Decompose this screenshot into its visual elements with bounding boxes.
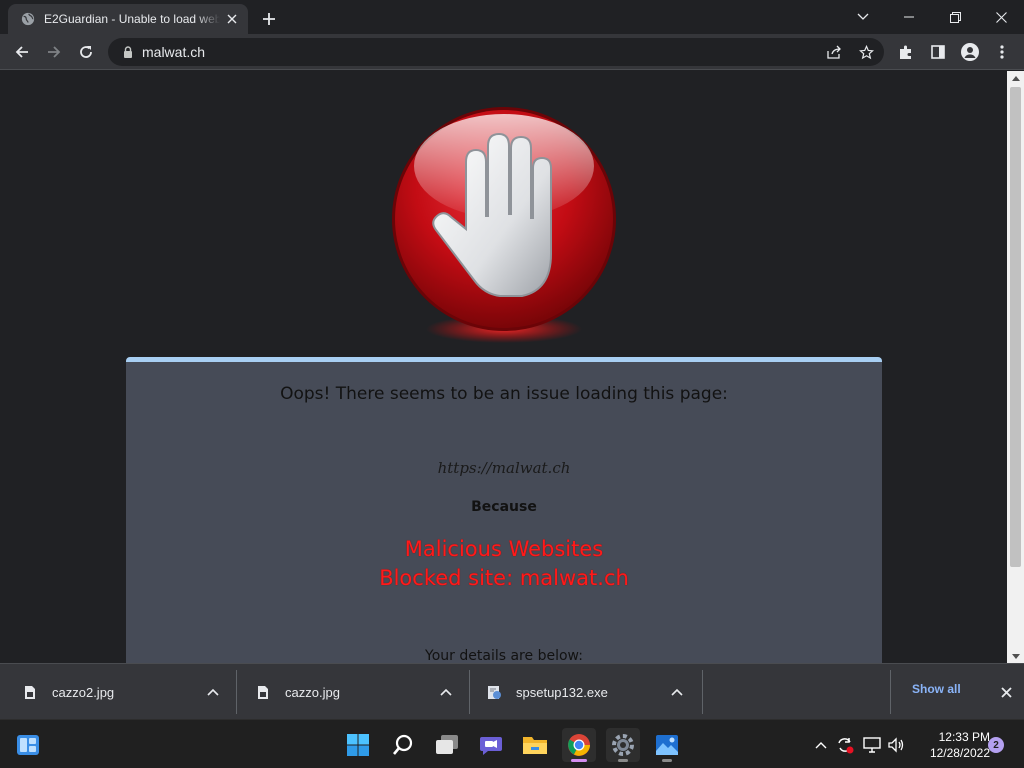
windows-taskbar: 12:33 PM 12/28/2022 2: [0, 719, 1024, 768]
clock-time: 12:33 PM: [938, 730, 990, 744]
page-scrollbar[interactable]: [1007, 71, 1024, 663]
page-viewport: Oops! There seems to be an issue loading…: [0, 71, 1007, 663]
close-downloads-icon[interactable]: [994, 680, 1018, 704]
address-bar[interactable]: malwat.ch: [108, 38, 884, 66]
bookmark-star-icon[interactable]: [852, 38, 880, 66]
new-tab-button[interactable]: [256, 6, 282, 32]
settings-icon[interactable]: [606, 728, 640, 762]
sync-error-icon[interactable]: [833, 728, 857, 762]
teams-chat-icon[interactable]: [474, 728, 508, 762]
back-button[interactable]: [8, 38, 36, 66]
system-clock[interactable]: 12:33 PM 12/28/2022: [914, 729, 990, 761]
show-all-button[interactable]: Show all: [912, 682, 961, 696]
download-divider: [890, 670, 891, 714]
start-icon[interactable]: [341, 728, 375, 762]
minimize-button[interactable]: [886, 0, 932, 34]
file-explorer-icon[interactable]: [518, 728, 552, 762]
chevron-up-icon[interactable]: [809, 728, 833, 762]
reason-category: Malicious Websites: [404, 537, 604, 561]
chevron-up-icon[interactable]: [202, 681, 224, 703]
lock-icon[interactable]: [120, 44, 136, 60]
scrollbar-thumb[interactable]: [1010, 87, 1021, 567]
image-file-icon: [22, 683, 38, 701]
restore-button[interactable]: [932, 0, 978, 34]
download-divider: [702, 670, 703, 714]
photos-icon[interactable]: [650, 728, 684, 762]
extensions-icon[interactable]: [892, 38, 920, 66]
chevron-up-icon[interactable]: [435, 681, 457, 703]
chevron-up-icon[interactable]: [666, 681, 688, 703]
chrome-icon[interactable]: [562, 728, 596, 762]
url-text: malwat.ch: [142, 44, 206, 60]
network-icon[interactable]: [860, 728, 884, 762]
download-filename: cazzo2.jpg: [52, 684, 115, 700]
reason-detail: Blocked site: malwat.ch: [379, 566, 629, 590]
error-heading: Oops! There seems to be an issue loading…: [280, 384, 728, 404]
forward-button[interactable]: [40, 38, 68, 66]
widgets-icon[interactable]: [11, 728, 45, 762]
installer-file-icon: [486, 683, 502, 701]
downloads-bar: cazzo2.jpg cazzo.jpg spsetup132.exe Show…: [0, 663, 1024, 719]
download-divider: [236, 670, 237, 714]
running-app-indicator: [618, 759, 628, 762]
image-file-icon: [255, 683, 271, 701]
browser-tab[interactable]: E2Guardian - Unable to load web page: [8, 4, 248, 34]
because-label: Because: [471, 499, 537, 515]
screen: E2Guardian - Unable to load web page: [0, 0, 1024, 768]
clock-date: 12/28/2022: [929, 746, 990, 760]
profile-icon[interactable]: [956, 38, 984, 66]
details-text: Your details are below:: [425, 648, 583, 663]
blocked-url: https://malwat.ch: [437, 459, 571, 477]
block-reason: Malicious Websites Blocked site: malwat.…: [126, 535, 882, 593]
task-view-icon[interactable]: [430, 728, 464, 762]
reload-button[interactable]: [72, 38, 100, 66]
close-tab-icon[interactable]: [220, 7, 244, 31]
tab-strip: E2Guardian - Unable to load web page: [0, 0, 1024, 34]
browser-toolbar: malwat.ch: [0, 34, 1024, 70]
scroll-up-arrow-icon[interactable]: [1007, 71, 1024, 85]
search-icon[interactable]: [386, 728, 420, 762]
share-icon[interactable]: [820, 38, 848, 66]
stop-hand-icon: [392, 107, 616, 343]
error-panel: Oops! There seems to be an issue loading…: [126, 357, 882, 663]
globe-icon: [20, 11, 36, 27]
download-item[interactable]: spsetup132.exe: [486, 670, 688, 714]
scroll-down-arrow-icon[interactable]: [1007, 649, 1024, 663]
tab-title: E2Guardian - Unable to load web page: [44, 12, 220, 26]
notification-badge[interactable]: 2: [988, 737, 1004, 753]
download-filename: cazzo.jpg: [285, 684, 340, 700]
side-panel-icon[interactable]: [924, 38, 952, 66]
volume-icon[interactable]: [885, 728, 909, 762]
menu-kebab-icon[interactable]: [988, 38, 1016, 66]
download-item[interactable]: cazzo2.jpg: [22, 670, 224, 714]
tab-search-icon[interactable]: [840, 0, 886, 34]
download-filename: spsetup132.exe: [516, 684, 608, 700]
active-app-indicator: [571, 759, 587, 762]
running-app-indicator: [662, 759, 672, 762]
download-item[interactable]: cazzo.jpg: [255, 670, 457, 714]
close-window-button[interactable]: [978, 0, 1024, 34]
download-divider: [469, 670, 470, 714]
